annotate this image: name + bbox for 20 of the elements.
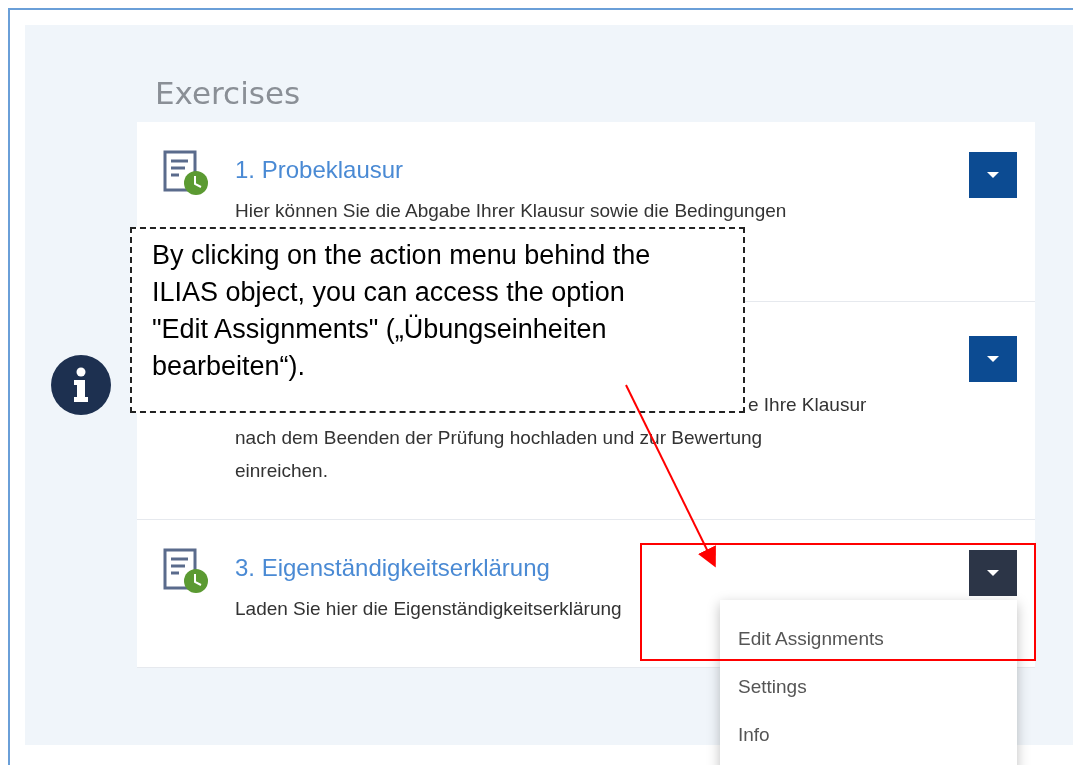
exercise-description: Laden Sie hier die Eigenständigkeitserklärung (235, 597, 623, 621)
caret-down-icon (987, 171, 999, 179)
action-menu-button[interactable] (969, 336, 1017, 382)
info-icon (51, 355, 111, 415)
exercise-title-link[interactable]: 1. Probeklausur (235, 150, 969, 190)
menu-item[interactable]: Settings (720, 670, 1017, 718)
exercise-title-link[interactable]: 3. Eigenständigkeitserklärung (235, 548, 969, 588)
menu-item[interactable]: Edit Assignments (720, 622, 1017, 670)
caret-down-icon (987, 569, 999, 577)
exercise-document-clock-icon (163, 548, 209, 594)
action-menu-button[interactable] (969, 550, 1017, 596)
exercise-description: einreichen. (235, 459, 329, 483)
caret-down-icon (987, 355, 999, 363)
section-title: Exercises (154, 75, 302, 113)
exercise-document-clock-icon (163, 150, 209, 196)
exercise-description: e Ihre Klausur (748, 393, 868, 417)
callout-text: By clicking on the action menu behind the ILIAS object, you can access the option "Edit Assignments" („Übungseinheiten bearbeiten“). (152, 239, 652, 383)
action-menu-button[interactable] (969, 152, 1017, 198)
menu-item[interactable]: Info (720, 718, 1017, 765)
exercise-description: Hier können Sie die Abgabe Ihrer Klausur sowie die Bedingungen (235, 199, 788, 223)
